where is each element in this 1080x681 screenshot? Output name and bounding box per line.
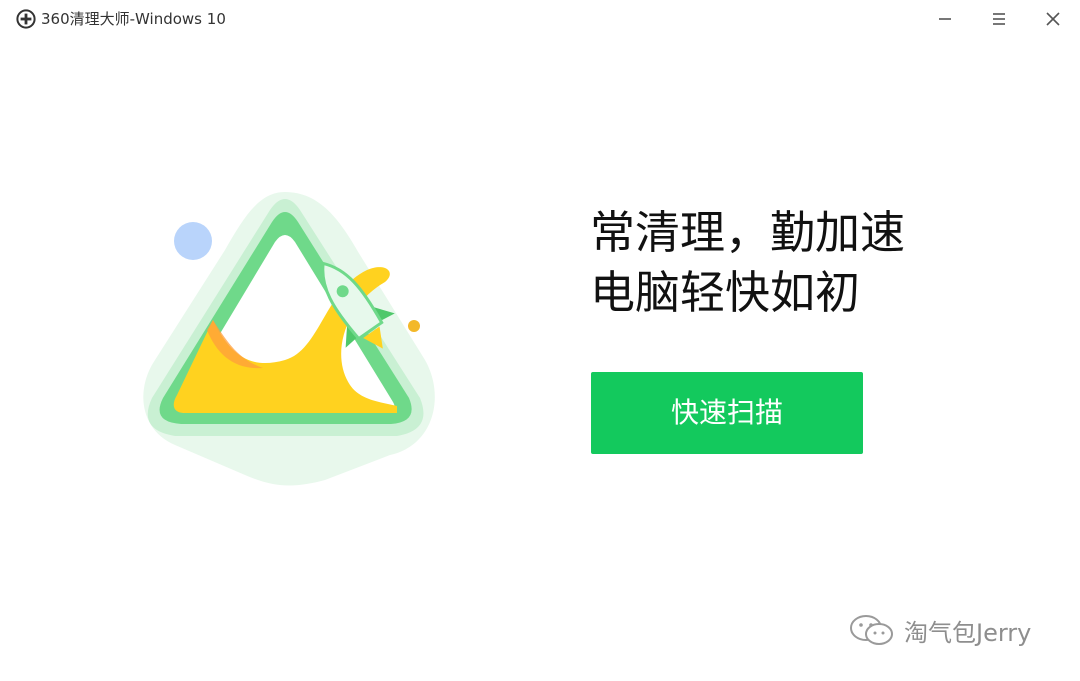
quick-scan-button[interactable]: 快速扫描 [591, 372, 863, 454]
plus-circle-icon [16, 9, 36, 29]
blue-dot [174, 222, 212, 260]
rocket-triangle-illustration [143, 192, 435, 486]
wechat-official-account-icon [850, 615, 893, 645]
yellow-dot [408, 320, 420, 332]
watermark: 淘气包Jerry [848, 612, 1031, 648]
headline-line-2: 电脑轻快如初 [590, 266, 861, 319]
close-button[interactable] [1036, 4, 1070, 34]
window-title: 360清理大师-Windows 10 [41, 10, 226, 28]
headline-line-1: 常清理，勤加速 [590, 206, 906, 259]
minimize-button[interactable] [928, 4, 962, 34]
hamburger-menu-icon [993, 13, 1005, 25]
close-icon [1046, 12, 1060, 26]
headline: 常清理，勤加速 电脑轻快如初 [590, 203, 905, 323]
title-bar: 360清理大师-Windows 10 [0, 0, 1080, 38]
minimize-icon [939, 18, 951, 20]
watermark-text: 淘气包Jerry [904, 618, 1032, 647]
menu-button[interactable] [982, 4, 1016, 34]
